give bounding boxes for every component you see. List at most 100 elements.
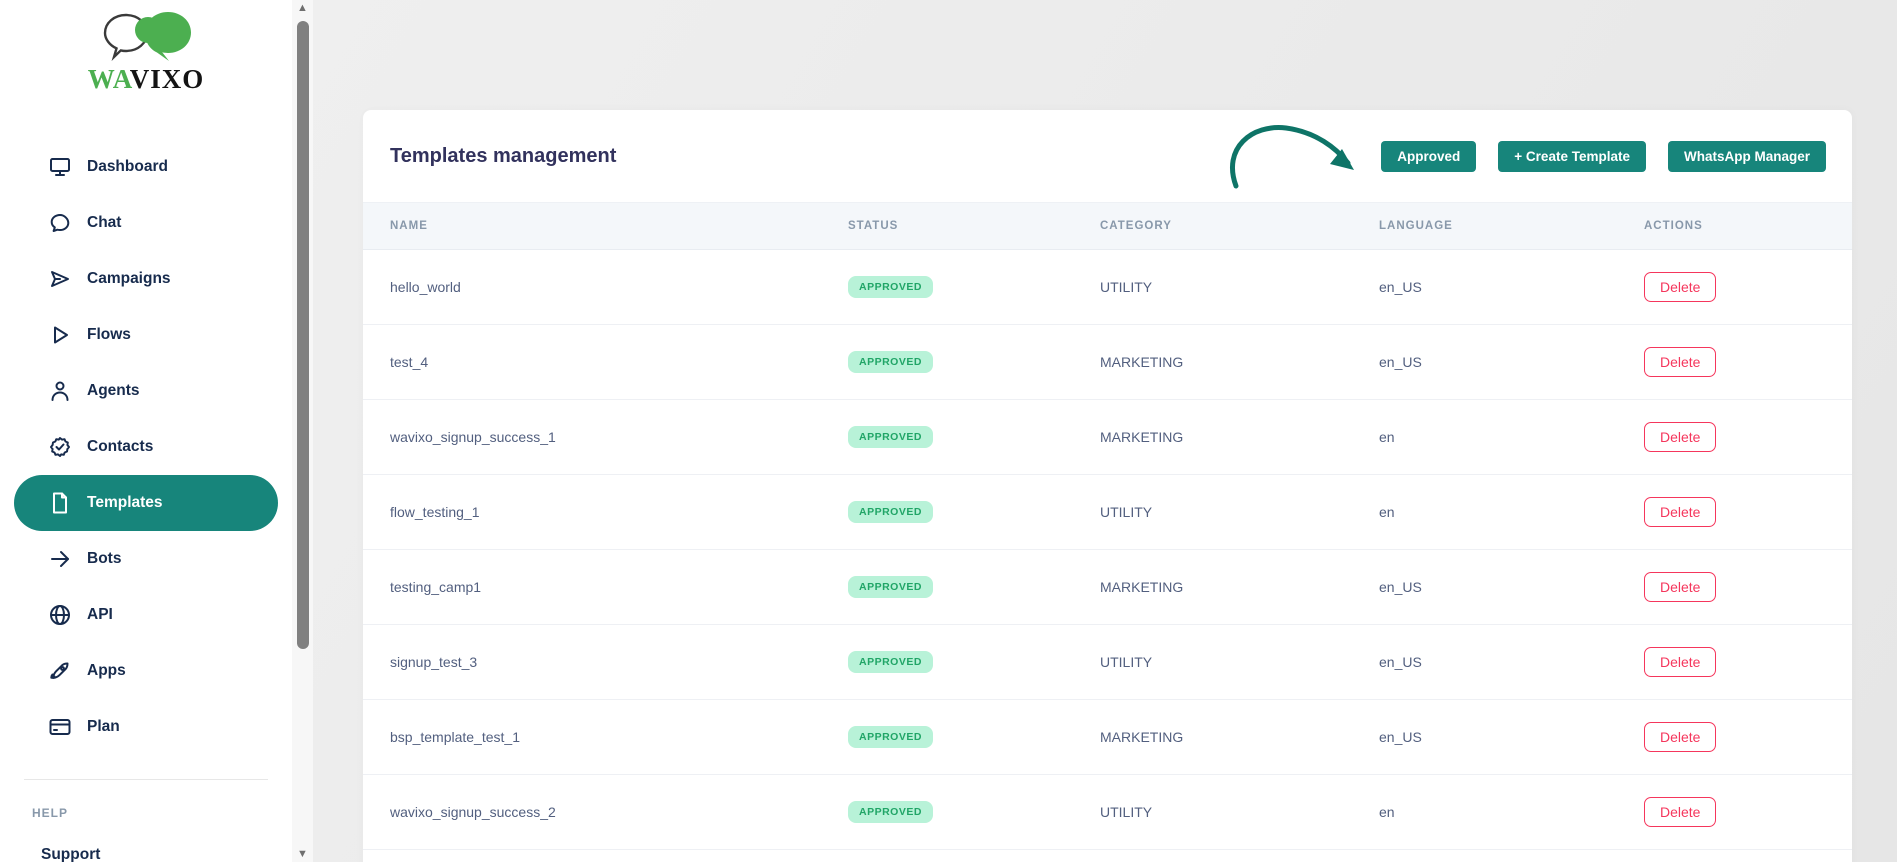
annotation-arrow-icon (1218, 118, 1368, 193)
templates-card: Templates management Approved + Create T… (363, 110, 1852, 862)
template-language: en (1379, 804, 1644, 820)
arrow-right-icon (47, 546, 73, 572)
status-badge: APPROVED (848, 726, 933, 748)
monitor-icon (47, 154, 73, 180)
column-header-name: NAME (390, 220, 848, 232)
table-row: wavixo_signup_success_1 APPROVED MARKETI… (363, 400, 1852, 475)
page-title: Templates management (390, 145, 616, 168)
template-name: hello_world (390, 279, 848, 295)
sidebar-item-api[interactable]: API (0, 587, 292, 643)
template-language: en_US (1379, 654, 1644, 670)
sidebar-item-apps[interactable]: Apps (0, 643, 292, 699)
column-header-status: STATUS (848, 220, 1100, 232)
create-template-button[interactable]: + Create Template (1498, 141, 1646, 172)
sidebar-item-label: Flows (87, 326, 131, 344)
template-category: MARKETING (1100, 354, 1379, 370)
template-category: UTILITY (1100, 804, 1379, 820)
play-icon (47, 322, 73, 348)
template-category: UTILITY (1100, 504, 1379, 520)
table-row: test_4 APPROVED MARKETING en_US Delete (363, 325, 1852, 400)
sidebar-item-dashboard[interactable]: Dashboard (0, 139, 292, 195)
delete-button[interactable]: Delete (1644, 722, 1716, 752)
sidebar-item-label: Agents (87, 382, 140, 400)
status-badge: APPROVED (848, 651, 933, 673)
sidebar-nav: Dashboard Chat Campaigns Flows Agents (0, 139, 292, 755)
scrollbar-thumb[interactable] (297, 21, 309, 649)
column-header-actions: ACTIONS (1644, 220, 1852, 232)
template-name: signup_test_3 (390, 654, 848, 670)
table-row: flow_testing_1 APPROVED UTILITY en Delet… (363, 475, 1852, 550)
sidebar-item-plan[interactable]: Plan (0, 699, 292, 755)
send-icon (47, 266, 73, 292)
template-name: wavixo_signup_success_2 (390, 804, 848, 820)
status-badge: APPROVED (848, 501, 933, 523)
wavixo-bubbles-icon (96, 8, 196, 66)
template-category: UTILITY (1100, 279, 1379, 295)
template-category: MARKETING (1100, 429, 1379, 445)
brand-name-vixo: VIXO (130, 64, 205, 94)
template-language: en (1379, 504, 1644, 520)
sidebar-item-agents[interactable]: Agents (0, 363, 292, 419)
sidebar-item-chat[interactable]: Chat (0, 195, 292, 251)
sidebar-item-label: API (87, 606, 113, 624)
template-language: en_US (1379, 279, 1644, 295)
status-badge: APPROVED (848, 576, 933, 598)
template-category: UTILITY (1100, 654, 1379, 670)
sidebar-item-campaigns[interactable]: Campaigns (0, 251, 292, 307)
delete-button[interactable]: Delete (1644, 572, 1716, 602)
rocket-icon (47, 658, 73, 684)
template-name: test_4 (390, 354, 848, 370)
template-language: en_US (1379, 354, 1644, 370)
badge-check-icon (47, 434, 73, 460)
delete-button[interactable]: Delete (1644, 797, 1716, 827)
table-row: hello_world APPROVED UTILITY en_US Delet… (363, 250, 1852, 325)
scroll-down-icon[interactable]: ▼ (296, 849, 309, 859)
sidebar-item-label: Apps (87, 662, 126, 680)
help-section-label: HELP (32, 806, 292, 820)
status-badge: APPROVED (848, 426, 933, 448)
template-language: en (1379, 429, 1644, 445)
brand-name-wa: WA (88, 64, 130, 94)
sidebar-item-contacts[interactable]: Contacts (0, 419, 292, 475)
sidebar-item-label: Chat (87, 214, 121, 232)
template-language: en_US (1379, 579, 1644, 595)
table-row: bsp_template_test_1 APPROVED MARKETING e… (363, 700, 1852, 775)
sidebar-item-flows[interactable]: Flows (0, 307, 292, 363)
table-row: signup_test_3 APPROVED UTILITY en_US Del… (363, 625, 1852, 700)
delete-button[interactable]: Delete (1644, 497, 1716, 527)
template-name: wavixo_signup_success_1 (390, 429, 848, 445)
template-name: bsp_template_test_1 (390, 729, 848, 745)
chat-bubble-icon (47, 210, 73, 236)
approved-filter-button[interactable]: Approved (1381, 141, 1476, 172)
sidebar-item-label: Plan (87, 718, 120, 736)
delete-button[interactable]: Delete (1644, 272, 1716, 302)
sidebar-divider (24, 779, 268, 780)
status-badge: APPROVED (848, 351, 933, 373)
template-name: flow_testing_1 (390, 504, 848, 520)
file-icon (47, 490, 73, 516)
delete-button[interactable]: Delete (1644, 422, 1716, 452)
sidebar-item-label: Templates (87, 494, 163, 512)
template-name: testing_camp1 (390, 579, 848, 595)
sidebar-item-support[interactable]: Support (41, 846, 292, 862)
credit-card-icon (47, 714, 73, 740)
user-icon (47, 378, 73, 404)
card-header: Templates management Approved + Create T… (363, 110, 1852, 202)
main-content: Templates management Approved + Create T… (313, 0, 1897, 862)
template-category: MARKETING (1100, 729, 1379, 745)
sidebar-item-label: Bots (87, 550, 121, 568)
table-row: testing_camp1 APPROVED MARKETING en_US D… (363, 550, 1852, 625)
sidebar-scrollbar[interactable]: ▲ ▼ (292, 0, 313, 862)
header-buttons: Approved + Create Template WhatsApp Mana… (1381, 141, 1826, 172)
delete-button[interactable]: Delete (1644, 347, 1716, 377)
sidebar-item-templates[interactable]: Templates (14, 475, 278, 531)
whatsapp-manager-button[interactable]: WhatsApp Manager (1668, 141, 1826, 172)
delete-button[interactable]: Delete (1644, 647, 1716, 677)
template-category: MARKETING (1100, 579, 1379, 595)
sidebar-item-bots[interactable]: Bots (0, 531, 292, 587)
column-header-category: CATEGORY (1100, 220, 1379, 232)
scroll-up-icon[interactable]: ▲ (296, 3, 309, 13)
sidebar: WAVIXO Dashboard Chat Campaigns Flows (0, 0, 292, 862)
template-language: en_US (1379, 729, 1644, 745)
brand-name: WAVIXO (88, 64, 205, 95)
